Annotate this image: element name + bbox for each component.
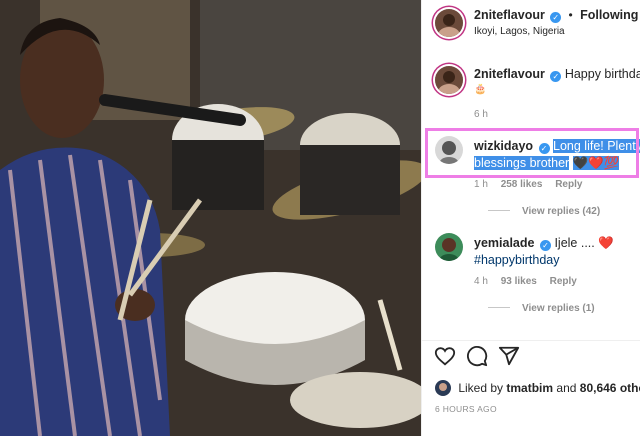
likes-count[interactable]: 80,646 others (580, 381, 640, 395)
likes-summary: Liked by tmatbim and 80,646 others (435, 380, 640, 396)
view-replies-label: View replies (42) (522, 206, 601, 217)
comment-icon[interactable] (466, 345, 488, 367)
comment-text: Ijele .... (554, 236, 595, 250)
post-side-panel: 2niteflavour ✓ • Following Ikoyi, Lagos,… (421, 0, 640, 436)
post-photo[interactable] (0, 0, 421, 436)
comment-likes[interactable]: 93 likes (501, 276, 537, 287)
post-header: 2niteflavour ✓ • Following Ikoyi, Lagos,… (422, 0, 640, 48)
heart-icon[interactable] (434, 345, 456, 367)
reply-button[interactable]: Reply (550, 276, 577, 287)
comment-hashtag[interactable]: #happybirthday (474, 253, 559, 267)
comment-likes[interactable]: 258 likes (501, 179, 543, 190)
comment-time[interactable]: 1 h (474, 179, 488, 190)
verified-badge-icon: ✓ (539, 240, 551, 251)
view-replies-label: View replies (1) (522, 303, 595, 314)
author-avatar[interactable] (435, 9, 463, 37)
header-separator: • (568, 8, 573, 22)
following-button[interactable]: Following (580, 8, 638, 22)
post-actions: Liked by tmatbim and 80,646 others 6 HOU… (422, 340, 640, 436)
drummer-photo-illustration (0, 0, 421, 436)
view-replies-button[interactable]: View replies (1) (488, 303, 595, 314)
replies-divider (488, 210, 510, 211)
comment-username[interactable]: yemialade (474, 236, 534, 250)
author-username[interactable]: 2niteflavour (474, 8, 545, 22)
view-replies-button[interactable]: View replies (42) (488, 206, 600, 217)
liked-and-label: and (556, 381, 577, 395)
post-location[interactable]: Ikoyi, Lagos, Nigeria (474, 26, 565, 37)
caption-username[interactable]: 2niteflavour (474, 67, 545, 81)
liked-by-label: Liked by (458, 381, 504, 395)
comment-avatar[interactable] (435, 233, 463, 261)
liker-username[interactable]: tmatbim (506, 381, 553, 395)
verified-badge-icon: ✓ (550, 12, 562, 23)
verified-badge-icon: ✓ (550, 71, 562, 82)
share-icon[interactable] (498, 345, 520, 367)
replies-divider (488, 307, 510, 308)
liker-avatar[interactable] (435, 380, 451, 396)
post-timestamp[interactable]: 6 HOURS AGO (435, 404, 497, 414)
heart-emoji: ❤️ (598, 236, 614, 250)
caption-time[interactable]: 6 h (474, 109, 488, 120)
comment-time[interactable]: 4 h (474, 276, 488, 287)
annotation-highlight-box (425, 128, 639, 178)
caption-avatar[interactable] (435, 66, 463, 94)
caption-emoji: 🎂 (474, 84, 487, 95)
reply-button[interactable]: Reply (555, 179, 582, 190)
caption-text: Happy birthday Fla (564, 67, 640, 81)
